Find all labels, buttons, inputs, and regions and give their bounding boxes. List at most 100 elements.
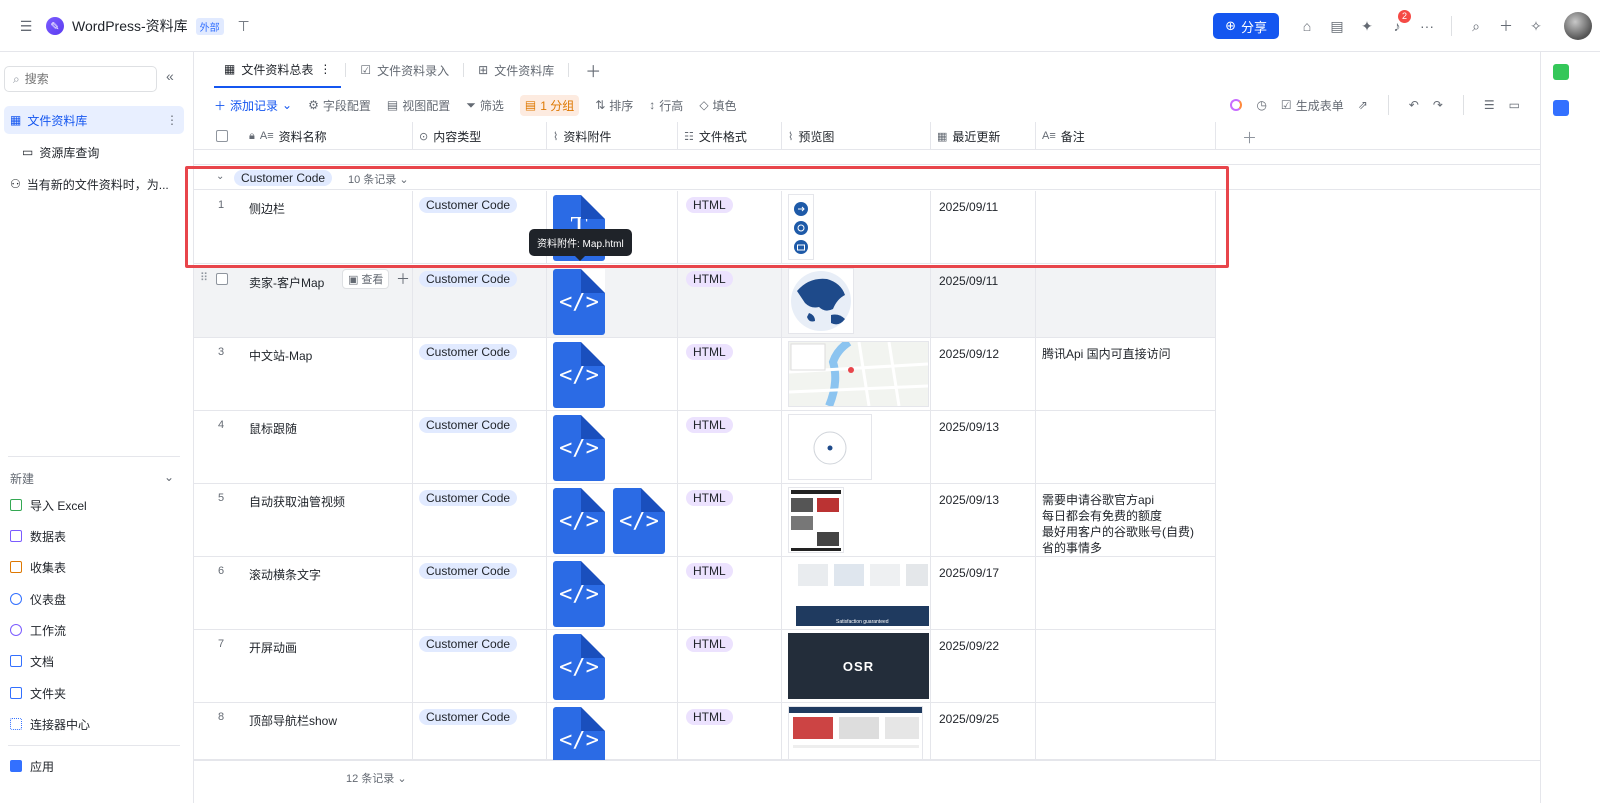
cell-note[interactable]: 需要申请谷歌官方api 每日都会有免费的额度 最好用客户的谷歌账号(自费) 省的… [1036,484,1216,557]
generate-form-button[interactable]: ☑ 生成表单 [1281,97,1344,114]
plugin-icon[interactable]: ✦ [1355,14,1379,38]
cell-attachment[interactable]: </> [547,411,678,484]
green-app-icon[interactable] [1553,64,1569,80]
table-row[interactable]: 1 侧边栏 Customer Code T HTML 2025/09/11 [194,191,1216,264]
preview-thumbnail[interactable] [788,706,923,760]
code-file-icon[interactable]: </> [553,634,605,700]
cell-attachment[interactable]: </> </> [547,484,678,557]
search-box[interactable]: ⌕ [4,66,157,92]
total-count[interactable]: 12 条记录 ⌄ [346,770,407,786]
cell-attachment[interactable]: </> [547,557,678,630]
cell-name[interactable]: 4 鼠标跟随 [194,411,413,484]
code-file-icon[interactable]: </> [553,269,605,335]
code-file-icon[interactable]: </> [553,415,605,481]
cell-type[interactable]: Customer Code [413,703,547,760]
new-import-excel[interactable]: 导入 Excel [10,494,87,516]
table-row[interactable]: 3 中文站-Map Customer Code </> HTML 2025/09… [194,338,1216,411]
new-folder[interactable]: 文件夹 [10,682,66,704]
cell-preview[interactable] [782,484,931,557]
more-icon[interactable]: ··· [1415,14,1439,38]
search-records-icon[interactable]: ☰ [1484,98,1495,112]
sidebar-item-workflow[interactable]: ⚇ 当有新的文件资料时，为... [4,170,184,198]
redo-icon[interactable]: ↷ [1433,98,1443,112]
tab-file-summary[interactable]: ▦ 文件资料总表 ⋮ [214,52,342,88]
cell-format[interactable]: HTML [678,484,782,557]
new-document[interactable]: 文档 [10,650,54,672]
header-cell-type[interactable]: ⊙ 内容类型 [413,122,547,150]
table-row[interactable]: ⠿ 卖家-客户Map ▣ 查看 ＋ Customer Code </> HTML … [194,265,1216,338]
cell-note[interactable] [1036,630,1216,703]
cell-preview[interactable] [782,338,931,411]
header-cell-note[interactable]: A≡ 备注 [1036,122,1216,150]
history-icon[interactable]: ◷ [1256,98,1266,112]
cell-type[interactable]: Customer Code [413,411,547,484]
add-field-icon[interactable]: ＋ [1242,127,1257,148]
code-file-icon[interactable]: </> [613,488,665,554]
cell-attachment[interactable]: </> [547,265,678,338]
cell-type[interactable]: Customer Code [413,338,547,411]
apps-item[interactable]: 应用 [10,755,54,777]
cell-type[interactable]: Customer Code [413,191,547,264]
cell-format[interactable]: HTML [678,411,782,484]
search-icon[interactable]: ⌕ [1464,14,1488,38]
row-height-button[interactable]: ↕ 行高 [649,97,683,114]
add-record-button[interactable]: ＋ 添加记录 ⌄ [214,97,292,114]
cell-format[interactable]: HTML [678,338,782,411]
new-section-header[interactable]: 新建 ⌄ [10,470,174,487]
new-form[interactable]: 收集表 [10,556,66,578]
sparkle-icon[interactable]: ✧ [1524,14,1548,38]
cell-updated[interactable]: 2025/09/25 [931,703,1036,760]
doc-search-icon[interactable]: ▤ [1325,14,1349,38]
cell-attachment[interactable]: </> [547,630,678,703]
cell-preview[interactable]: Satisfaction guaranteed [782,557,931,630]
plus-icon[interactable]: ＋ [1494,14,1518,38]
cell-updated[interactable]: 2025/09/22 [931,630,1036,703]
undo-icon[interactable]: ↶ [1409,98,1419,112]
add-row-icon[interactable]: ＋ [396,269,410,289]
share-out-icon[interactable]: ⇗ [1358,98,1368,112]
cell-updated[interactable]: 2025/09/12 [931,338,1036,411]
cell-note[interactable] [1036,411,1216,484]
row-checkbox[interactable] [216,273,228,285]
cell-preview[interactable]: OSR [782,630,931,703]
menu-toggle-icon[interactable]: ☰ [14,14,38,38]
bell-icon[interactable]: ♪ 2 [1385,10,1411,38]
preview-thumbnail[interactable] [788,414,872,480]
header-cell-name[interactable]: 🔒︎ A≡ 资料名称 [194,122,413,150]
preview-thumbnail[interactable]: Satisfaction guaranteed [788,560,929,626]
cell-preview[interactable] [782,265,931,338]
cell-note[interactable]: 腾讯Api 国内可直接访问 [1036,338,1216,411]
cell-note[interactable] [1036,265,1216,338]
cell-updated[interactable]: 2025/09/11 [931,265,1036,338]
comment-icon[interactable]: ▭ [1509,98,1520,112]
preview-thumbnail[interactable] [788,194,814,260]
new-dashboard[interactable]: 仪表盘 [10,588,66,610]
preview-thumbnail[interactable]: OSR [788,633,929,699]
cell-name[interactable]: 1 侧边栏 [194,191,413,264]
cell-updated[interactable]: 2025/09/11 [931,191,1036,264]
cell-format[interactable]: HTML [678,191,782,264]
table-row[interactable]: 6 滚动横条文字 Customer Code </> HTML Satisfac… [194,557,1216,630]
chevron-down-icon[interactable]: ⌄ [216,171,224,182]
cell-type[interactable]: Customer Code [413,484,547,557]
filter-button[interactable]: ⏷ 筛选 [466,97,504,114]
group-count[interactable]: 10 条记录 ⌄ [348,171,409,187]
code-file-icon[interactable]: </> [553,707,605,760]
cell-preview[interactable] [782,191,931,264]
view-record-button[interactable]: ▣ 查看 [342,269,390,289]
code-file-icon[interactable]: </> [553,488,605,554]
cell-updated[interactable]: 2025/09/17 [931,557,1036,630]
cell-type[interactable]: Customer Code [413,265,547,338]
cell-attachment[interactable]: </> [547,338,678,411]
cell-name[interactable]: 8 顶部导航栏show [194,703,413,760]
cell-name[interactable]: 5 自动获取油管视频 [194,484,413,557]
preview-thumbnail[interactable] [788,338,929,408]
code-file-icon[interactable]: </> [553,342,605,408]
add-view-icon[interactable]: ＋ [573,58,613,82]
robot-icon[interactable]: ⌂ [1295,14,1319,38]
pin-icon[interactable]: ⊤ [232,14,256,38]
new-datasheet[interactable]: 数据表 [10,525,66,547]
code-file-icon[interactable]: </> [553,561,605,627]
more-vertical-icon[interactable]: ⋮ [319,62,331,76]
new-workflow[interactable]: 工作流 [10,619,66,641]
